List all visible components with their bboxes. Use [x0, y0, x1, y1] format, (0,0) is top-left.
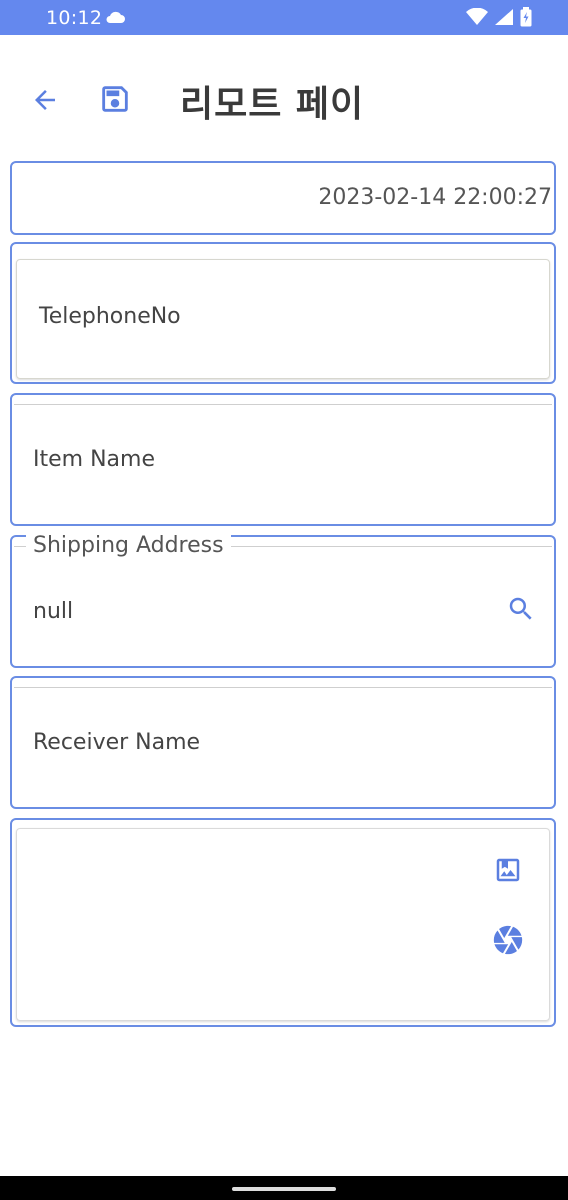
- page-title: 리모트 페이: [180, 84, 365, 125]
- date-card: 2023-02-14 22:00:27: [10, 161, 556, 235]
- home-handle[interactable]: [232, 1187, 336, 1191]
- wifi-icon: [466, 7, 488, 30]
- app-bar: 리모트 페이: [0, 35, 568, 160]
- arrow-back-icon: [35, 90, 55, 110]
- status-time: 10:12: [46, 7, 103, 29]
- photo-area: [16, 828, 550, 1021]
- camera-button[interactable]: [491, 923, 525, 957]
- telephone-card: TelephoneNo: [10, 242, 556, 384]
- gallery-button[interactable]: [493, 855, 523, 885]
- shipping-address-value: null: [33, 599, 74, 624]
- shipping-address-label: Shipping Address: [26, 533, 231, 558]
- save-button[interactable]: [98, 82, 132, 116]
- date-text: 2023-02-14 22:00:27: [318, 185, 552, 210]
- address-search-button[interactable]: [506, 594, 536, 624]
- item-name-value: Item Name: [33, 447, 155, 472]
- receiver-name-value: Receiver Name: [33, 730, 201, 755]
- field-outline: [14, 687, 552, 688]
- save-icon: [102, 86, 128, 112]
- telephone-field[interactable]: TelephoneNo: [16, 259, 550, 379]
- photo-card: [10, 818, 556, 1027]
- signal-icon: [494, 8, 514, 30]
- gallery-icon: [496, 858, 520, 882]
- search-icon: [509, 597, 532, 620]
- status-bar: 10:12: [0, 0, 568, 35]
- receiver-name-card[interactable]: Receiver Name: [10, 676, 556, 809]
- telephone-value: TelephoneNo: [39, 304, 181, 329]
- cloud-icon: [104, 9, 126, 29]
- back-button[interactable]: [30, 85, 60, 115]
- field-outline: [14, 404, 552, 405]
- battery-icon: [520, 7, 532, 31]
- item-name-card[interactable]: Item Name: [10, 393, 556, 526]
- navigation-bar: [0, 1176, 568, 1200]
- camera-icon: [493, 925, 523, 955]
- shipping-address-card[interactable]: Shipping Address null: [10, 533, 556, 668]
- status-icons: [466, 7, 532, 31]
